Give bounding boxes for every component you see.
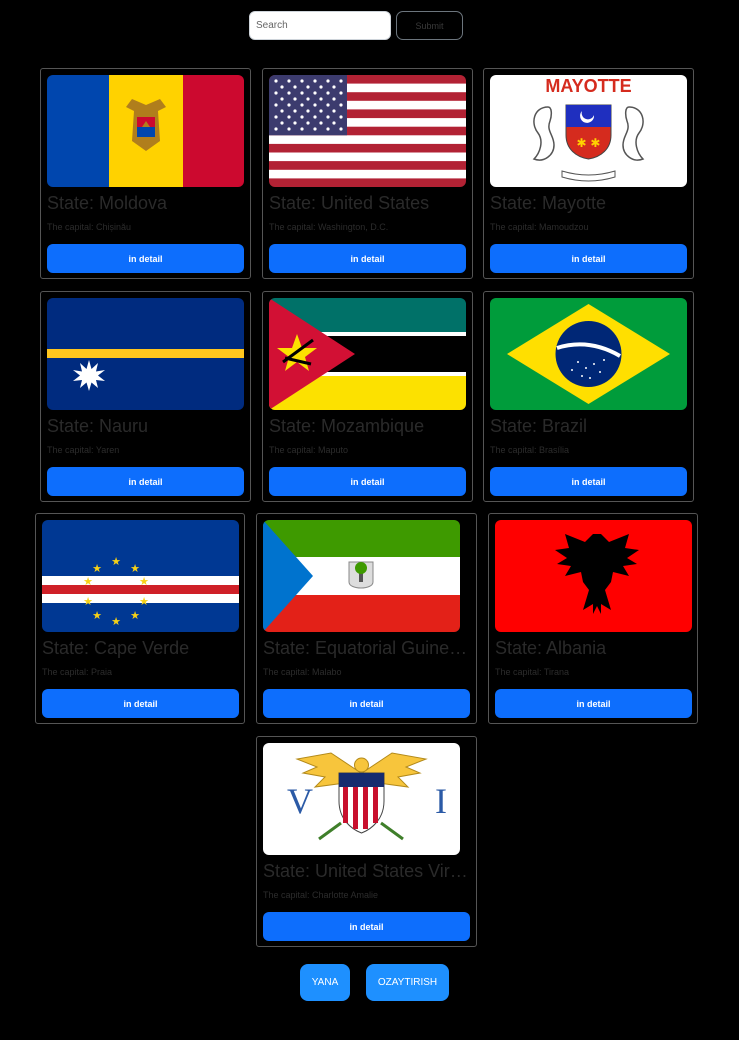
- country-card-us-virgin-islands: V I State: United States Virg... The cap…: [256, 736, 477, 947]
- nauru-flag: [47, 298, 244, 410]
- country-card-brazil: State: Brazil The capital: Brasília in d…: [483, 291, 694, 502]
- country-capital: The capital: Washington, D.C.: [269, 222, 389, 232]
- country-capital: The capital: Charlotte Amalie: [263, 890, 379, 900]
- svg-text:★: ★: [139, 575, 149, 588]
- country-card-cape-verde: ★ ★ ★ ★ ★ ★ ★ ★ ★ ★ State: Cape Verde The cap…: [35, 513, 245, 724]
- country-title: State: Brazil: [490, 416, 588, 436]
- us-virgin-islands-flag: V I: [263, 743, 460, 855]
- mozambique-flag: [269, 298, 466, 410]
- submit-button[interactable]: Submit: [396, 11, 463, 40]
- in-detail-button[interactable]: in detail: [263, 912, 470, 941]
- country-title: State: United States: [269, 193, 430, 213]
- moldova-flag: [47, 75, 244, 187]
- country-title: State: Mozambique: [269, 416, 425, 436]
- country-capital: The capital: Chișinău: [47, 222, 132, 232]
- in-detail-button[interactable]: in detail: [42, 689, 239, 718]
- albania-flag: [495, 520, 692, 632]
- country-capital: The capital: Tirana: [495, 667, 570, 677]
- in-detail-button[interactable]: in detail: [47, 467, 244, 496]
- svg-text:★: ★: [111, 555, 121, 568]
- svg-text:✱ ✱: ✱ ✱: [577, 136, 601, 150]
- svg-text:★: ★: [139, 595, 149, 608]
- next-page-button[interactable]: YANA: [300, 964, 350, 1001]
- svg-text:★: ★: [92, 562, 102, 575]
- country-title: State: Equatorial Guinea...: [263, 638, 468, 658]
- country-capital: The capital: Praia: [42, 667, 113, 677]
- svg-text:I: I: [435, 781, 447, 821]
- in-detail-button[interactable]: in detail: [263, 689, 470, 718]
- country-card-moldova: State: Moldova The capital: Chișinău in …: [40, 68, 251, 279]
- country-title: State: Moldova: [47, 193, 168, 213]
- search-input[interactable]: [249, 11, 391, 40]
- svg-text:★: ★: [92, 609, 102, 622]
- in-detail-button[interactable]: in detail: [490, 244, 687, 273]
- country-capital: The capital: Maputo: [269, 445, 349, 455]
- in-detail-button[interactable]: in detail: [495, 689, 692, 718]
- country-capital: The capital: Yaren: [47, 445, 120, 455]
- country-title: State: Albania: [495, 638, 607, 658]
- country-card-equatorial-guinea: State: Equatorial Guinea... The capital:…: [256, 513, 477, 724]
- country-title: State: Nauru: [47, 416, 149, 436]
- country-card-united-states: State: United States The capital: Washin…: [262, 68, 473, 279]
- country-capital: The capital: Mamoudzou: [490, 222, 589, 232]
- mayotte-flag: MAYOTTE ✱ ✱: [490, 75, 687, 187]
- country-title: State: Cape Verde: [42, 638, 190, 658]
- country-card-mayotte: MAYOTTE ✱ ✱ State: Mayotte The capital: …: [483, 68, 694, 279]
- country-card-albania: State: Albania The capital: Tirana in de…: [488, 513, 698, 724]
- svg-text:V: V: [287, 781, 313, 821]
- svg-text:★: ★: [83, 595, 93, 608]
- equatorial-guinea-flag: [263, 520, 460, 632]
- country-capital: The capital: Brasília: [490, 445, 570, 455]
- country-card-nauru: State: Nauru The capital: Yaren in detai…: [40, 291, 251, 502]
- mayotte-flag-text: MAYOTTE: [545, 76, 631, 96]
- svg-text:★: ★: [83, 575, 93, 588]
- svg-text:★: ★: [130, 562, 140, 575]
- svg-text:★: ★: [111, 615, 121, 628]
- country-title: State: United States Virg...: [263, 861, 468, 881]
- in-detail-button[interactable]: in detail: [269, 244, 466, 273]
- brazil-flag: [490, 298, 687, 410]
- country-title: State: Mayotte: [490, 193, 607, 213]
- united-states-flag: [269, 75, 466, 187]
- svg-text:★: ★: [130, 609, 140, 622]
- country-capital: The capital: Malabo: [263, 667, 342, 677]
- country-card-mozambique: State: Mozambique The capital: Maputo in…: [262, 291, 473, 502]
- in-detail-button[interactable]: in detail: [47, 244, 244, 273]
- reset-button[interactable]: OZAYTIRISH: [366, 964, 449, 1001]
- cape-verde-flag: ★ ★ ★ ★ ★ ★ ★ ★ ★ ★: [42, 520, 239, 632]
- in-detail-button[interactable]: in detail: [269, 467, 466, 496]
- in-detail-button[interactable]: in detail: [490, 467, 687, 496]
